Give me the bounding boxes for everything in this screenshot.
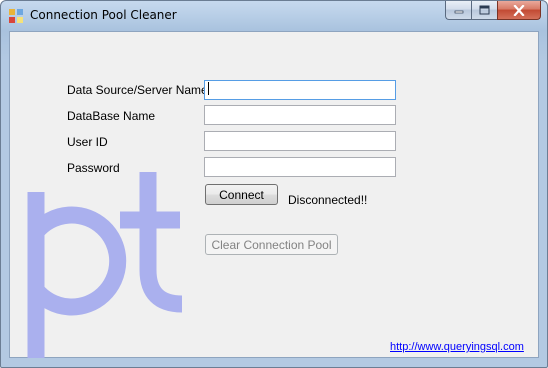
label-data-source: Data Source/Server Name	[67, 83, 208, 97]
connect-button[interactable]: Connect	[205, 184, 278, 205]
label-database-name: DataBase Name	[67, 109, 156, 123]
minimize-button[interactable]	[445, 1, 471, 20]
pt-logo-icon	[27, 172, 183, 358]
window-title: Connection Pool Cleaner	[30, 8, 177, 22]
close-button[interactable]	[497, 1, 541, 20]
data-source-field-wrap	[204, 79, 396, 100]
user-id-input[interactable]	[204, 131, 396, 151]
app-window: Connection Pool Cleaner Data Source/Serv…	[0, 0, 548, 368]
clear-connection-pool-button[interactable]: Clear Connection Pool	[205, 234, 338, 255]
title-bar[interactable]: Connection Pool Cleaner	[1, 1, 547, 31]
text-caret	[208, 82, 209, 95]
database-name-input[interactable]	[204, 105, 396, 125]
form-client-area: Data Source/Server Name DataBase Name Us…	[9, 31, 539, 358]
minimize-icon	[454, 10, 463, 14]
connection-status: Disconnected!!	[288, 193, 368, 207]
website-link[interactable]: http://www.queryingsql.com	[390, 341, 524, 353]
password-input[interactable]	[204, 157, 396, 177]
logo-shape	[27, 172, 183, 358]
label-user-id: User ID	[67, 135, 108, 149]
maximize-icon	[479, 5, 490, 15]
close-icon	[513, 4, 525, 16]
window-controls	[445, 1, 541, 21]
label-password: Password	[67, 161, 120, 175]
maximize-button[interactable]	[471, 1, 497, 20]
app-icon	[9, 9, 23, 23]
data-source-input[interactable]	[204, 80, 396, 100]
